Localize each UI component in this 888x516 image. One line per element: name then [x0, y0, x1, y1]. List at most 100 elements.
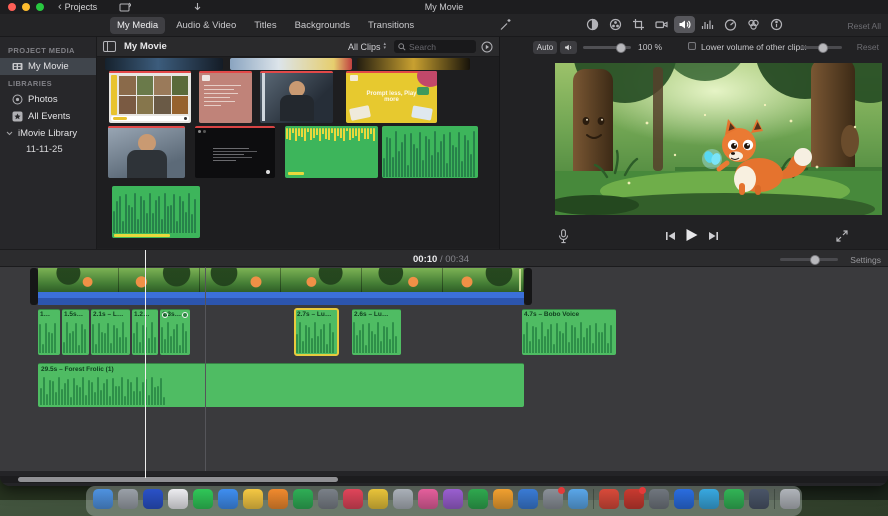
dock-app-12-icon[interactable] [368, 489, 388, 509]
dock-app-10-icon[interactable] [318, 489, 338, 509]
minimize-window-button[interactable] [22, 3, 30, 11]
video-clip-audio-bar[interactable] [38, 292, 524, 305]
dock-app-13-icon[interactable] [393, 489, 413, 509]
sound-clip[interactable]: 1.5s… [62, 309, 89, 355]
notes-document-video-thumbnail[interactable] [199, 71, 252, 123]
clip-strip-3[interactable] [357, 58, 470, 70]
color-correction-icon[interactable] [605, 16, 626, 33]
dock-app-26-icon[interactable] [724, 489, 744, 509]
dock-app-11-icon[interactable] [343, 489, 363, 509]
clip-trim-handle-right[interactable] [524, 268, 532, 305]
dock-app-18-icon[interactable] [518, 489, 538, 509]
dock-app-4-icon[interactable] [168, 489, 188, 509]
dock-app-27-icon[interactable] [749, 489, 769, 509]
dock-app-23-icon[interactable] [649, 489, 669, 509]
timeline-scrollbar-thumb[interactable] [18, 477, 338, 482]
sidebar-item-imovie-library[interactable]: iMovie Library [0, 125, 96, 142]
tab-transitions[interactable]: Transitions [361, 17, 421, 34]
webcam-video-thumbnail-2[interactable] [108, 126, 185, 178]
timeline-zoom-slider[interactable] [780, 254, 838, 265]
dock-app-2-icon[interactable] [118, 489, 138, 509]
video-clip-filmstrip[interactable] [38, 268, 524, 292]
clip-strip-1[interactable] [105, 58, 223, 70]
play-filmstrip-toggle-icon[interactable] [481, 41, 493, 53]
sound-clip[interactable]: 1.3s… [160, 309, 190, 355]
lower-volume-checkbox[interactable] [688, 42, 696, 50]
sound-clip[interactable]: 2.6s – Lu… [352, 309, 401, 355]
sidebar-toggle-icon[interactable] [103, 41, 116, 52]
dock-app-25-icon[interactable] [699, 489, 719, 509]
sidebar-item-event-date[interactable]: 11-11-25 [0, 142, 96, 157]
stabilization-camera-icon[interactable] [651, 16, 672, 33]
faces-collage-video-thumbnail[interactable] [109, 71, 191, 123]
auto-volume-button[interactable]: Auto [533, 41, 557, 54]
clip-trim-handle-left[interactable] [30, 268, 38, 305]
dock-app-15-icon[interactable] [443, 489, 463, 509]
sound-clip[interactable]: 2.1s – L… [91, 309, 130, 355]
enhance-wand-icon[interactable] [495, 16, 516, 33]
play-button[interactable] [685, 228, 698, 242]
mute-speaker-icon[interactable] [560, 41, 577, 54]
fade-handle[interactable] [162, 312, 168, 318]
tab-my-media[interactable]: My Media [110, 17, 166, 34]
sidebar-item-my-movie[interactable]: My Movie [0, 58, 96, 75]
dock-trash-icon[interactable] [780, 489, 800, 509]
sound-clip[interactable]: 2.7s – Lu… [294, 308, 339, 356]
sidebar-item-all-events[interactable]: All Events [0, 108, 96, 125]
sound-clip[interactable]: 1… [38, 309, 60, 355]
playhead[interactable] [145, 250, 146, 478]
sidebar-item-photos[interactable]: Photos [0, 91, 96, 108]
noise-reduction-icon[interactable] [697, 16, 718, 33]
background-music-clip[interactable]: 29.5s – Forest Frolic (1) [38, 363, 524, 407]
dock-app-20-icon[interactable] [568, 489, 588, 509]
info-icon[interactable] [766, 16, 787, 33]
lower-volume-slider[interactable] [800, 42, 842, 53]
next-frame-button[interactable] [708, 231, 719, 241]
tab-audio-video[interactable]: Audio & Video [169, 17, 243, 34]
audio-clip-yellow-wave-thumbnail[interactable] [285, 126, 378, 178]
dock-app-1-icon[interactable] [93, 489, 113, 509]
dock-app-19-icon[interactable] [543, 487, 565, 509]
settings-button[interactable]: Settings [850, 255, 881, 265]
zoom-window-button[interactable] [36, 3, 44, 11]
tab-titles[interactable]: Titles [247, 17, 283, 34]
dock-app-14-icon[interactable] [418, 489, 438, 509]
color-balance-icon[interactable] [582, 16, 603, 33]
search-input[interactable]: Search [394, 40, 476, 53]
dock-app-5-icon[interactable] [193, 489, 213, 509]
dock-app-3-icon[interactable] [143, 489, 163, 509]
fade-handle[interactable] [182, 312, 188, 318]
projects-back-button[interactable]: ‹ Projects [58, 2, 97, 13]
audio-clip-green-wave-thumbnail-2[interactable] [112, 186, 200, 238]
volume-icon[interactable] [674, 16, 695, 33]
previous-frame-button[interactable] [665, 231, 676, 241]
sound-clip[interactable]: 4.7s – Bobo Voice [522, 309, 616, 355]
dock-app-21-icon[interactable] [599, 489, 619, 509]
dock-app-6-icon[interactable] [218, 489, 238, 509]
download-arrow-icon[interactable] [193, 2, 202, 12]
fullscreen-icon[interactable] [836, 230, 848, 242]
dock-app-8-icon[interactable] [268, 489, 288, 509]
webcam-video-thumbnail[interactable] [260, 71, 333, 123]
dock-app-9-icon[interactable] [293, 489, 313, 509]
clip-filter-dropdown[interactable]: All Clips ▴ ▾ [348, 41, 386, 51]
voiceover-mic-icon[interactable] [558, 229, 569, 244]
speed-icon[interactable] [720, 16, 741, 33]
yellow-slide-video-thumbnail[interactable]: Prompt less, Play more [346, 71, 437, 123]
tab-backgrounds[interactable]: Backgrounds [288, 17, 357, 34]
import-media-icon[interactable] [119, 2, 132, 12]
dock-app-17-icon[interactable] [493, 489, 513, 509]
dock-app-7-icon[interactable] [243, 489, 263, 509]
audio-clip-green-wave-thumbnail[interactable] [382, 126, 478, 178]
video-viewer[interactable] [555, 63, 882, 215]
dock-app-16-icon[interactable] [468, 489, 488, 509]
terminal-video-thumbnail[interactable] [195, 126, 275, 178]
dock-app-22-icon[interactable] [624, 487, 646, 509]
close-window-button[interactable] [8, 3, 16, 11]
crop-icon[interactable] [628, 16, 649, 33]
clip-strip-2[interactable] [230, 58, 352, 70]
reset-button[interactable]: Reset [857, 42, 879, 52]
reset-all-button[interactable]: Reset All [847, 21, 881, 31]
effects-icon[interactable] [743, 16, 764, 33]
volume-slider[interactable] [583, 42, 631, 53]
